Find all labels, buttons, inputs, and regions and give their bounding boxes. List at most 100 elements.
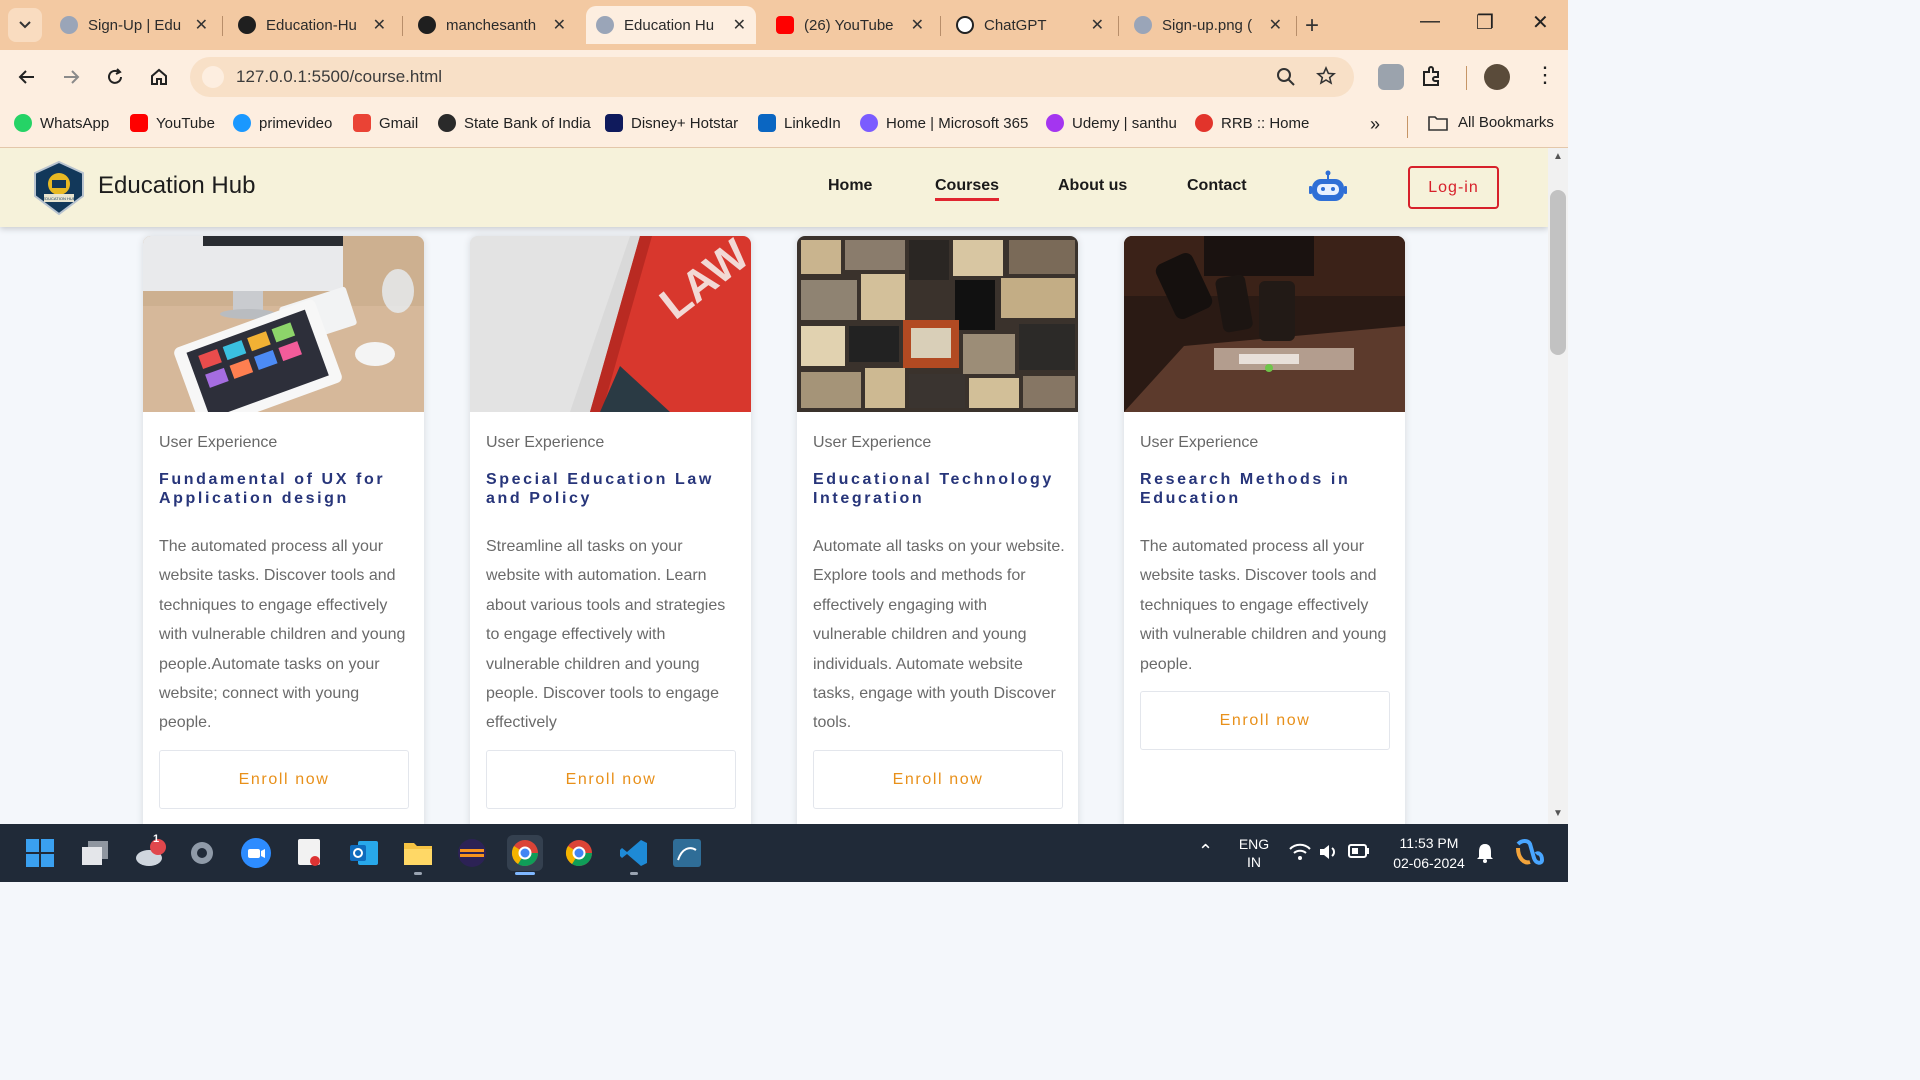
restore-icon[interactable]: ❐ — [1476, 10, 1494, 35]
bookmarks-overflow-chevron-icon[interactable]: » — [1370, 114, 1380, 135]
vscode-icon[interactable] — [616, 835, 652, 871]
login-button[interactable]: Log-in — [1408, 166, 1499, 209]
brand-title[interactable]: Education Hub — [98, 172, 255, 200]
running-indicator — [630, 872, 638, 875]
close-tab-icon[interactable]: ✕ — [373, 15, 386, 35]
tab-search-button[interactable] — [8, 8, 42, 42]
outlook-icon[interactable] — [346, 835, 382, 871]
tray-chevron-up-icon[interactable]: ⌃ — [1198, 841, 1213, 862]
new-tab-plus-icon[interactable]: + — [1305, 12, 1319, 40]
enroll-now-button[interactable]: Enroll now — [486, 750, 736, 809]
scrollbar-thumb[interactable] — [1550, 190, 1566, 355]
browser-tab-active[interactable]: Education Hu ✕ — [586, 6, 756, 44]
close-tab-icon[interactable]: ✕ — [1269, 15, 1282, 35]
reload-button[interactable] — [102, 64, 128, 90]
bookmark-sbi[interactable]: State Bank of India — [438, 114, 591, 132]
puzzle-extensions-icon[interactable] — [1420, 64, 1444, 88]
settings-gear-icon[interactable] — [184, 835, 220, 871]
forward-button[interactable] — [58, 64, 84, 90]
bookmark-whatsapp[interactable]: WhatsApp — [14, 114, 109, 132]
enroll-now-button[interactable]: Enroll now — [1140, 691, 1390, 750]
browser-tab[interactable]: ChatGPT ✕ — [946, 6, 1114, 44]
browser-tab[interactable]: manchesanth ✕ — [408, 6, 576, 44]
nav-about-us[interactable]: About us — [1058, 177, 1127, 195]
github-icon — [418, 16, 436, 34]
site-info-icon[interactable] — [202, 66, 224, 88]
course-title[interactable]: Fundamental of UX for Application design — [159, 470, 414, 508]
close-window-icon[interactable]: ✕ — [1532, 10, 1549, 35]
bookmark-gmail[interactable]: Gmail — [353, 114, 418, 132]
chrome-profile-icon[interactable] — [507, 835, 543, 871]
home-button[interactable] — [146, 64, 172, 90]
weather-widget-icon[interactable]: 1 — [133, 833, 169, 871]
wifi-icon[interactable] — [1289, 843, 1311, 861]
education-hub-logo[interactable]: EDUCATION HUB — [30, 160, 88, 216]
course-title[interactable]: Educational Technology Integration — [813, 470, 1068, 508]
mysql-workbench-icon[interactable] — [669, 835, 705, 871]
nav-courses[interactable]: Courses — [935, 177, 1000, 201]
close-tab-icon[interactable]: ✕ — [733, 15, 746, 35]
scroll-up-arrow-icon[interactable]: ▲ — [1553, 151, 1563, 162]
snipping-tool-icon[interactable] — [292, 835, 328, 871]
back-button[interactable] — [14, 64, 40, 90]
close-tab-icon[interactable]: ✕ — [1091, 15, 1104, 35]
notification-bell-icon[interactable] — [1476, 842, 1494, 864]
copilot-icon[interactable] — [1514, 838, 1544, 868]
chatbot-robot-icon[interactable] — [1308, 170, 1348, 204]
browser-tab[interactable]: Sign-up.png ( ✕ — [1124, 6, 1292, 44]
region-label: IN — [1247, 854, 1261, 870]
browser-tab[interactable]: Education-Hu ✕ — [228, 6, 396, 44]
arrow-left-icon — [18, 70, 34, 84]
task-view-icon[interactable] — [77, 835, 113, 871]
course-category: User Experience — [486, 434, 605, 451]
extension-icon[interactable] — [1378, 64, 1404, 90]
bookmark-microsoft365[interactable]: Home | Microsoft 365 — [860, 114, 1028, 132]
home-icon — [151, 68, 167, 85]
close-tab-icon[interactable]: ✕ — [195, 15, 208, 35]
bookmark-label: RRB :: Home — [1221, 114, 1310, 132]
bookmark-udemy[interactable]: Udemy | santhu — [1046, 114, 1177, 132]
close-tab-icon[interactable]: ✕ — [553, 15, 566, 35]
course-title[interactable]: Research Methods in Education — [1140, 470, 1395, 508]
volume-icon[interactable] — [1318, 842, 1340, 862]
clock[interactable]: 11:53 PM 02-06-2024 — [1388, 833, 1470, 873]
course-title[interactable]: Special Education Law and Policy — [486, 470, 741, 508]
clock-date: 02-06-2024 — [1393, 855, 1465, 871]
address-bar[interactable]: 127.0.0.1:5500/course.html — [190, 57, 1354, 97]
all-bookmarks-button[interactable]: All Bookmarks — [1428, 114, 1554, 131]
nav-home[interactable]: Home — [828, 177, 872, 195]
scroll-down-arrow-icon[interactable]: ▼ — [1553, 808, 1563, 819]
laptop-tablet-desk-image — [143, 236, 424, 412]
minimize-icon[interactable]: — — [1420, 10, 1440, 33]
enroll-now-button[interactable]: Enroll now — [813, 750, 1063, 809]
browser-tab[interactable]: Sign-Up | Edu ✕ — [50, 6, 218, 44]
eclipse-ide-icon[interactable] — [454, 835, 490, 871]
bookmark-label: Udemy | santhu — [1072, 114, 1177, 132]
bookmark-youtube[interactable]: YouTube — [130, 114, 215, 132]
enroll-now-button[interactable]: Enroll now — [159, 750, 409, 809]
close-tab-icon[interactable]: ✕ — [911, 15, 924, 35]
file-explorer-icon[interactable] — [400, 835, 436, 871]
course-card: User Experience Educational Technology I… — [797, 236, 1078, 824]
battery-icon[interactable] — [1348, 844, 1370, 858]
udemy-icon — [1046, 114, 1064, 132]
nav-contact[interactable]: Contact — [1187, 177, 1247, 195]
windows-start-icon[interactable] — [22, 835, 58, 871]
bookmark-linkedin[interactable]: LinkedIn — [758, 114, 841, 132]
youtube-icon — [130, 114, 148, 132]
browser-menu-icon[interactable]: ⋮ — [1534, 64, 1556, 86]
law-book-image: LAW — [470, 236, 751, 412]
zoom-app-icon[interactable] — [238, 835, 274, 871]
url-text[interactable]: 127.0.0.1:5500/course.html — [236, 67, 442, 87]
chrome-icon[interactable] — [561, 835, 597, 871]
zoom-icon[interactable] — [1276, 67, 1296, 87]
arrow-right-icon — [64, 70, 80, 84]
language-indicator[interactable]: ENG IN — [1234, 835, 1274, 871]
chevron-down-icon — [19, 21, 31, 29]
profile-avatar[interactable] — [1484, 64, 1510, 90]
browser-tab[interactable]: (26) YouTube ✕ — [766, 6, 934, 44]
bookmark-hotstar[interactable]: Disney+ Hotstar — [605, 114, 738, 132]
bookmark-star-icon[interactable] — [1316, 66, 1336, 86]
bookmark-rrb[interactable]: RRB :: Home — [1195, 114, 1309, 132]
bookmark-primevideo[interactable]: primevideo — [233, 114, 332, 132]
